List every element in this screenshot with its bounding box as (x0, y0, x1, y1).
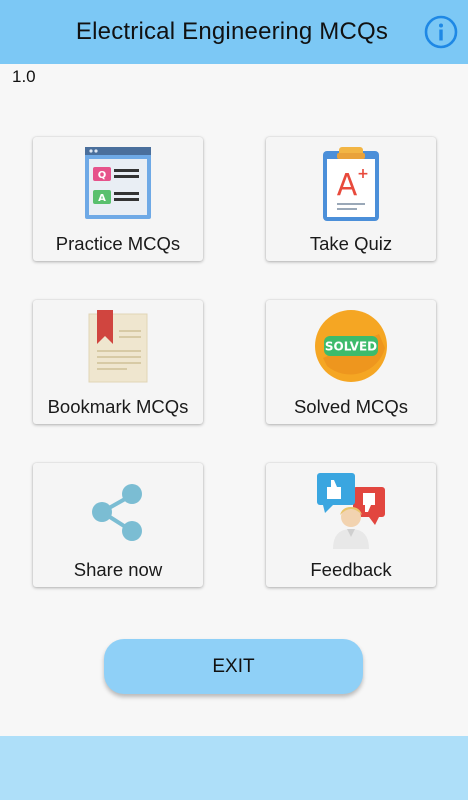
practice-mcqs-card[interactable]: Q A Practice MCQs (33, 137, 203, 261)
bookmark-page-icon (88, 310, 148, 383)
solved-badge-icon: SOLVED (315, 310, 387, 382)
bookmark-mcqs-label: Bookmark MCQs (47, 396, 189, 417)
solved-badge-text: SOLVED (325, 340, 377, 354)
share-icon (92, 484, 142, 541)
bookmark-mcqs-card[interactable]: Bookmark MCQs (33, 300, 203, 424)
bottom-banner (0, 736, 468, 800)
svg-text:A: A (98, 193, 106, 204)
solved-mcqs-card[interactable]: SOLVED Solved MCQs (266, 300, 436, 424)
info-button[interactable] (424, 15, 458, 49)
svg-text:Q: Q (98, 170, 107, 181)
take-quiz-card[interactable]: A + Take Quiz (266, 137, 436, 261)
practice-mcqs-label: Practice MCQs (55, 233, 181, 254)
take-quiz-label: Take Quiz (309, 233, 393, 254)
svg-text:+: + (357, 166, 369, 182)
clipboard-grade-icon: A + (323, 147, 379, 221)
solved-mcqs-label: Solved MCQs (293, 396, 409, 417)
qa-document-icon: Q A (85, 147, 151, 219)
version-label: 1.0 (12, 67, 36, 86)
feedback-card[interactable]: Feedback (266, 463, 436, 587)
feedback-label: Feedback (310, 559, 392, 580)
app-title: Electrical Engineering MCQs (75, 18, 389, 45)
info-icon (424, 15, 458, 49)
exit-button[interactable]: EXIT (104, 639, 363, 694)
feedback-thumbs-icon (317, 473, 385, 549)
share-now-card[interactable]: Share now (33, 463, 203, 587)
svg-text:A: A (337, 168, 358, 203)
app-bar: Electrical Engineering MCQs (0, 0, 468, 64)
share-now-label: Share now (73, 559, 163, 580)
